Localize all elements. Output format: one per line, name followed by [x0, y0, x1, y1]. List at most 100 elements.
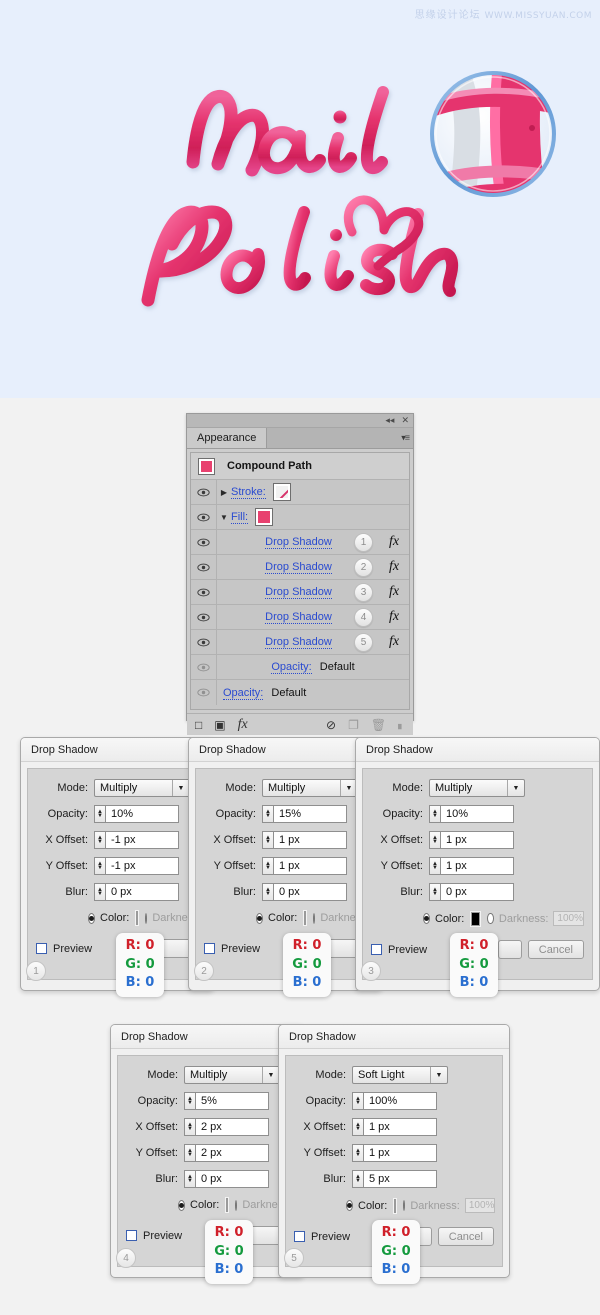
x-offset-stepper[interactable]: ▲ ▼: [262, 831, 273, 849]
stroke-color-chip[interactable]: [272, 483, 291, 501]
effect-row[interactable]: Drop Shadow 3 fx: [191, 580, 409, 605]
blur-stepper[interactable]: ▲ ▼: [262, 883, 273, 901]
effect-label[interactable]: Drop Shadow: [265, 586, 332, 599]
duplicate-item-icon[interactable]: ❐: [348, 719, 359, 731]
opacity-input[interactable]: 10%: [105, 805, 179, 823]
opacity-stepper[interactable]: ▲ ▼: [352, 1092, 363, 1110]
y-offset-input[interactable]: 1 px: [363, 1144, 437, 1162]
opacity-input[interactable]: 10%: [440, 805, 514, 823]
tab-appearance[interactable]: Appearance: [187, 428, 268, 448]
opacity-row[interactable]: Opacity: Default: [191, 655, 409, 680]
blur-input[interactable]: 0 px: [440, 883, 514, 901]
opacity-stepper[interactable]: ▲ ▼: [94, 805, 105, 823]
fill-disclosure-triangle[interactable]: ▼: [217, 513, 231, 522]
blur-input[interactable]: 5 px: [363, 1170, 437, 1188]
preview-checkbox[interactable]: [294, 1231, 305, 1242]
fill-label[interactable]: Fill:: [231, 511, 249, 524]
y-offset-stepper[interactable]: ▲ ▼: [352, 1144, 363, 1162]
blur-stepper[interactable]: ▲ ▼: [429, 883, 440, 901]
y-offset-stepper[interactable]: ▲ ▼: [94, 857, 105, 875]
y-offset-stepper[interactable]: ▲ ▼: [184, 1144, 195, 1162]
opacity-input[interactable]: 100%: [363, 1092, 437, 1110]
effect-label[interactable]: Drop Shadow: [265, 611, 332, 624]
blur-input[interactable]: 0 px: [195, 1170, 269, 1188]
effect-fx-icon[interactable]: fx: [383, 634, 405, 650]
effect-fx-icon[interactable]: fx: [383, 609, 405, 625]
y-offset-stepper[interactable]: ▲ ▼: [262, 857, 273, 875]
cancel-button[interactable]: Cancel: [527, 940, 584, 959]
preview-checkbox[interactable]: [126, 1230, 137, 1241]
color-radio[interactable]: [256, 912, 263, 924]
x-offset-input[interactable]: 1 px: [273, 831, 347, 849]
x-offset-stepper[interactable]: ▲ ▼: [94, 831, 105, 849]
effect-visibility-toggle[interactable]: [191, 605, 217, 629]
blur-stepper[interactable]: ▲ ▼: [352, 1170, 363, 1188]
mode-select[interactable]: Multiply ▼: [262, 779, 358, 797]
effect-visibility-toggle[interactable]: [191, 530, 217, 554]
darkness-radio[interactable]: [235, 1199, 238, 1211]
add-effect-icon[interactable]: fx: [238, 717, 248, 732]
shadow-color-chip[interactable]: [225, 1197, 230, 1213]
preview-checkbox[interactable]: [204, 943, 215, 954]
darkness-radio[interactable]: [403, 1200, 406, 1211]
effect-fx-icon[interactable]: fx: [383, 534, 405, 550]
opacity-input[interactable]: 5%: [195, 1092, 269, 1110]
mode-select[interactable]: Soft Light ▼: [352, 1066, 448, 1084]
preview-checkbox[interactable]: [371, 944, 382, 955]
color-radio[interactable]: [88, 912, 95, 924]
blur-input[interactable]: 0 px: [273, 883, 347, 901]
effect-visibility-toggle[interactable]: [191, 555, 217, 579]
opacity-input[interactable]: 15%: [273, 805, 347, 823]
y-offset-input[interactable]: 2 px: [195, 1144, 269, 1162]
color-radio[interactable]: [423, 913, 430, 924]
effect-row[interactable]: Drop Shadow 4 fx: [191, 605, 409, 630]
fill-visibility-toggle[interactable]: [191, 505, 217, 529]
opacity-stepper[interactable]: ▲ ▼: [184, 1092, 195, 1110]
x-offset-stepper[interactable]: ▲ ▼: [352, 1118, 363, 1136]
stroke-disclosure-triangle[interactable]: ▶: [217, 488, 231, 497]
x-offset-input[interactable]: 1 px: [440, 831, 514, 849]
effect-label[interactable]: Drop Shadow: [265, 636, 332, 649]
panel-menu-icon[interactable]: ▾≡: [401, 433, 410, 444]
shadow-color-chip[interactable]: [393, 1197, 398, 1214]
cancel-button[interactable]: Cancel: [437, 1227, 494, 1246]
x-offset-input[interactable]: 1 px: [363, 1118, 437, 1136]
effect-row[interactable]: Drop Shadow 2 fx: [191, 555, 409, 580]
shadow-color-chip[interactable]: [470, 910, 482, 927]
opacity-visibility-toggle[interactable]: [191, 680, 217, 705]
effect-visibility-toggle[interactable]: [191, 630, 217, 654]
effect-fx-icon[interactable]: fx: [383, 584, 405, 600]
x-offset-input[interactable]: 2 px: [195, 1118, 269, 1136]
preview-checkbox[interactable]: [36, 943, 47, 954]
ok-button[interactable]: [497, 940, 522, 959]
opacity-stepper[interactable]: ▲ ▼: [429, 805, 440, 823]
fill-color-chip[interactable]: [255, 508, 274, 526]
opacity-row[interactable]: Opacity: Default: [191, 680, 409, 705]
effect-visibility-toggle[interactable]: [191, 580, 217, 604]
close-icon[interactable]: ✕: [401, 416, 409, 425]
effect-row[interactable]: Drop Shadow 1 fx: [191, 530, 409, 555]
mode-select[interactable]: Multiply ▼: [184, 1066, 280, 1084]
new-fill-icon[interactable]: ▣: [214, 719, 225, 731]
opacity-stepper[interactable]: ▲ ▼: [262, 805, 273, 823]
shadow-color-chip[interactable]: [135, 910, 140, 926]
effect-row[interactable]: Drop Shadow 5 fx: [191, 630, 409, 655]
opacity-label[interactable]: Opacity:: [271, 661, 312, 674]
y-offset-input[interactable]: 1 px: [273, 857, 347, 875]
color-radio[interactable]: [346, 1200, 353, 1211]
y-offset-stepper[interactable]: ▲ ▼: [429, 857, 440, 875]
x-offset-stepper[interactable]: ▲ ▼: [184, 1118, 195, 1136]
delete-item-icon[interactable]: 🗑: [371, 719, 386, 731]
fill-row[interactable]: ▼ Fill:: [191, 505, 409, 530]
y-offset-input[interactable]: 1 px: [440, 857, 514, 875]
blur-stepper[interactable]: ▲ ▼: [94, 883, 105, 901]
x-offset-stepper[interactable]: ▲ ▼: [429, 831, 440, 849]
darkness-radio[interactable]: [487, 913, 494, 924]
darkness-radio[interactable]: [145, 912, 148, 924]
darkness-radio[interactable]: [313, 912, 316, 924]
effect-label[interactable]: Drop Shadow: [265, 561, 332, 574]
mode-select[interactable]: Multiply ▼: [94, 779, 190, 797]
blur-stepper[interactable]: ▲ ▼: [184, 1170, 195, 1188]
x-offset-input[interactable]: -1 px: [105, 831, 179, 849]
collapse-icon[interactable]: ◂◂: [385, 416, 394, 425]
